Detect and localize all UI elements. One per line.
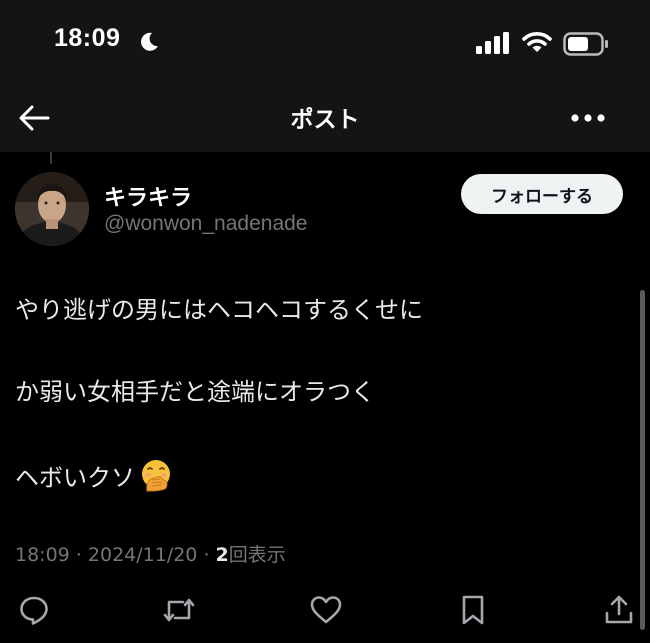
- meta-separator: ·: [69, 544, 88, 566]
- share-icon: [605, 595, 633, 624]
- like-icon: [310, 596, 342, 624]
- post-time: 18:09: [15, 544, 70, 566]
- author-display-name[interactable]: キラキラ: [104, 180, 192, 212]
- avatar-photo: [15, 172, 89, 246]
- author-handle[interactable]: @wonwon_nadenade: [104, 212, 307, 236]
- moon-icon: [141, 32, 158, 51]
- repost-icon: [163, 598, 195, 622]
- thread-connector: [50, 152, 52, 164]
- share-button[interactable]: [599, 590, 639, 630]
- status-time: 18:09: [54, 24, 121, 52]
- post-text-line-3-text: ヘボいクソ: [15, 464, 135, 492]
- scrollbar[interactable]: [640, 290, 645, 630]
- signal-icon: [476, 32, 509, 54]
- meta-separator: ·: [197, 544, 216, 566]
- hand-over-mouth-emoji: [142, 460, 170, 492]
- reply-button[interactable]: [14, 590, 54, 630]
- page-title: ポスト: [290, 107, 360, 133]
- post-text-line-1: やり逃げの男にはヘコヘコするくせに: [15, 296, 423, 324]
- post-meta: 18:09 · 2024/11/20 · 2回表示: [15, 540, 286, 567]
- more-button[interactable]: [566, 98, 610, 138]
- views-label[interactable]: 回表示: [229, 544, 286, 566]
- bookmark-button[interactable]: [453, 590, 493, 630]
- wifi-icon: [522, 32, 552, 52]
- like-button[interactable]: [306, 590, 346, 630]
- post-date: 2024/11/20: [87, 544, 198, 566]
- more-dots-icon: [571, 114, 605, 122]
- post-text-line-3: ヘボいクソ: [15, 458, 173, 493]
- reply-icon: [20, 596, 48, 625]
- follow-button[interactable]: フォローする: [461, 174, 623, 214]
- avatar[interactable]: [15, 172, 89, 246]
- views-count[interactable]: 2: [216, 544, 229, 566]
- header-bar: ポスト: [0, 90, 650, 152]
- bookmark-icon: [462, 595, 484, 625]
- status-bar: 18:09: [0, 0, 650, 90]
- post-text-line-2: か弱い女相手だと途端にオラつく: [15, 378, 375, 406]
- repost-button[interactable]: [159, 590, 199, 630]
- battery-icon: [563, 32, 608, 56]
